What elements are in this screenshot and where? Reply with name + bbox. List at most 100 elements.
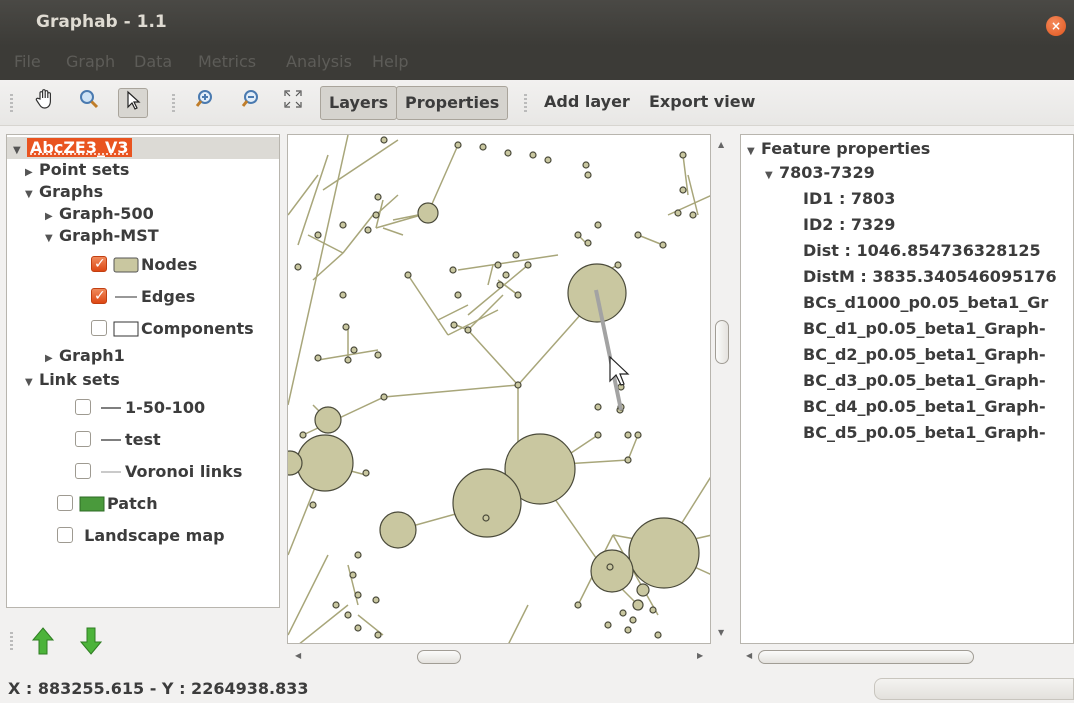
components-swatch-icon — [113, 321, 139, 337]
properties-horizontal-scrollbar[interactable]: ◀ — [740, 644, 1074, 668]
property-field: ID2 : 7329 — [803, 215, 896, 234]
toolbar-grip[interactable] — [172, 94, 175, 112]
edges-line-icon — [115, 296, 137, 298]
zoom-in-icon[interactable] — [190, 88, 220, 118]
property-field: BC_d1_p0.05_beta1_Graph- — [803, 319, 1046, 338]
edges-checkbox[interactable] — [91, 285, 107, 307]
menu-metrics[interactable]: Metrics — [198, 52, 256, 71]
move-layer-up-icon[interactable] — [32, 626, 54, 656]
layer-landscape-map[interactable]: Landscape map — [57, 525, 225, 547]
layer-link-1-50-100[interactable]: 1-50-100 — [75, 397, 205, 419]
property-field: BC_d5_p0.05_beta1_Graph- — [803, 423, 1046, 442]
tree-item-label: Link sets — [39, 370, 120, 389]
components-checkbox[interactable] — [91, 320, 107, 336]
link-1-50-100-checkbox[interactable] — [75, 399, 91, 415]
full-extent-icon[interactable] — [278, 88, 308, 118]
tree-item-point-sets[interactable]: ▶ Point sets — [25, 159, 129, 181]
layer-label: Edges — [141, 287, 196, 306]
property-field: BC_d2_p0.05_beta1_Graph- — [803, 345, 1046, 364]
tree-item-label: Point sets — [39, 160, 130, 179]
property-field: BC_d3_p0.05_beta1_Graph- — [803, 371, 1046, 390]
layer-label: 1-50-100 — [125, 398, 206, 417]
menu-graph[interactable]: Graph — [66, 52, 115, 71]
nodes-checkbox[interactable] — [91, 253, 107, 275]
scroll-right-arrow-icon[interactable]: ▶ — [697, 651, 703, 660]
tree-item-link-sets[interactable]: ▼ Link sets — [25, 369, 120, 391]
export-view-button[interactable]: Export view — [641, 86, 763, 120]
title-bar: Graphab - 1.1 × — [0, 0, 1074, 46]
scroll-left-arrow-icon[interactable]: ◀ — [746, 651, 752, 660]
layer-label: Patch — [107, 494, 158, 513]
link-test-checkbox[interactable] — [75, 431, 91, 447]
scroll-thumb[interactable] — [715, 320, 729, 364]
expanded-triangle-icon[interactable]: ▼ — [45, 228, 59, 250]
layer-label: Nodes — [141, 255, 198, 274]
tree-item-graph1[interactable]: ▶ Graph1 — [45, 345, 125, 367]
patch-swatch-icon — [79, 496, 105, 512]
nodes-swatch-icon — [113, 257, 139, 273]
toolbar: Layers Properties Add layer Export view — [0, 80, 1074, 126]
layer-label: Voronoi links — [125, 462, 243, 481]
expanded-triangle-icon[interactable]: ▼ — [25, 184, 39, 206]
properties-button[interactable]: Properties — [396, 86, 509, 120]
menu-analysis[interactable]: Analysis — [286, 52, 352, 71]
properties-header-label: Feature properties — [761, 139, 931, 158]
window-title: Graphab - 1.1 — [36, 12, 167, 32]
link-line-icon — [101, 471, 121, 473]
coordinates-readout: X : 883255.615 - Y : 2264938.833 — [8, 679, 309, 698]
move-layer-down-icon[interactable] — [80, 626, 102, 656]
layer-voronoi-links[interactable]: Voronoi links — [75, 461, 242, 483]
scroll-down-arrow-icon[interactable]: ▼ — [718, 628, 724, 637]
root-label[interactable]: AbcZE3_V3 — [27, 138, 132, 157]
landscape-map-checkbox[interactable] — [57, 527, 73, 543]
layer-nodes[interactable]: Nodes — [91, 253, 198, 276]
menu-data[interactable]: Data — [134, 52, 172, 71]
patch-checkbox[interactable] — [57, 495, 73, 511]
scroll-up-arrow-icon[interactable]: ▲ — [718, 140, 724, 149]
select-pointer-icon[interactable] — [118, 88, 148, 118]
scroll-left-arrow-icon[interactable]: ◀ — [295, 651, 301, 660]
layer-edges[interactable]: Edges — [91, 285, 196, 308]
menu-help[interactable]: Help — [372, 52, 408, 71]
properties-header[interactable]: ▼ Feature properties — [747, 137, 930, 161]
zoom-magnifier-icon[interactable] — [74, 88, 104, 118]
layer-label: test — [125, 430, 161, 449]
map-horizontal-scrollbar[interactable]: ◀ ▶ — [287, 644, 711, 668]
map-view[interactable] — [287, 134, 711, 644]
layers-button[interactable]: Layers — [320, 86, 398, 120]
scroll-thumb[interactable] — [417, 650, 461, 664]
layer-link-test[interactable]: test — [75, 429, 161, 451]
map-vertical-scrollbar[interactable]: ▲ ▼ — [711, 134, 733, 644]
expanded-triangle-icon[interactable]: ▼ — [747, 140, 761, 164]
layer-patch[interactable]: Patch — [57, 493, 158, 515]
scroll-thumb[interactable] — [758, 650, 974, 664]
progress-bar — [874, 678, 1074, 700]
menu-bar: File Graph Data Metrics Analysis Help — [0, 46, 1074, 80]
graph-map-canvas[interactable] — [288, 135, 711, 644]
collapsed-triangle-icon[interactable]: ▶ — [45, 348, 59, 370]
voronoi-links-checkbox[interactable] — [75, 463, 91, 479]
menu-file[interactable]: File — [14, 52, 41, 71]
tree-item-graph-mst[interactable]: ▼ Graph-MST — [45, 225, 159, 247]
layer-components[interactable]: Components — [91, 318, 254, 340]
layer-label: Landscape map — [84, 526, 225, 545]
tree-item-graphs[interactable]: ▼ Graphs — [25, 181, 103, 203]
expanded-triangle-icon[interactable]: ▼ — [25, 372, 39, 394]
link-line-icon — [101, 439, 121, 441]
layer-order-controls — [0, 610, 286, 672]
close-icon[interactable]: × — [1046, 16, 1066, 36]
link-line-icon — [101, 407, 121, 409]
tree-item-label: Graph-MST — [59, 226, 159, 245]
feature-node[interactable]: ▼ 7803-7329 — [765, 161, 875, 185]
toolbar-grip[interactable] — [10, 94, 13, 112]
toolbar-grip[interactable] — [10, 632, 13, 650]
expanded-triangle-icon[interactable]: ▼ — [765, 164, 779, 188]
pan-hand-icon[interactable] — [30, 88, 60, 118]
toolbar-grip[interactable] — [524, 94, 527, 112]
layer-label: Components — [141, 319, 254, 338]
tree-item-graph-500[interactable]: ▶ Graph-500 — [45, 203, 154, 225]
zoom-out-icon[interactable] — [236, 88, 266, 118]
tree-root[interactable]: ▼ AbcZE3_V3 — [7, 137, 279, 159]
add-layer-button[interactable]: Add layer — [536, 86, 638, 120]
property-field: Dist : 1046.854736328125 — [803, 241, 1041, 260]
